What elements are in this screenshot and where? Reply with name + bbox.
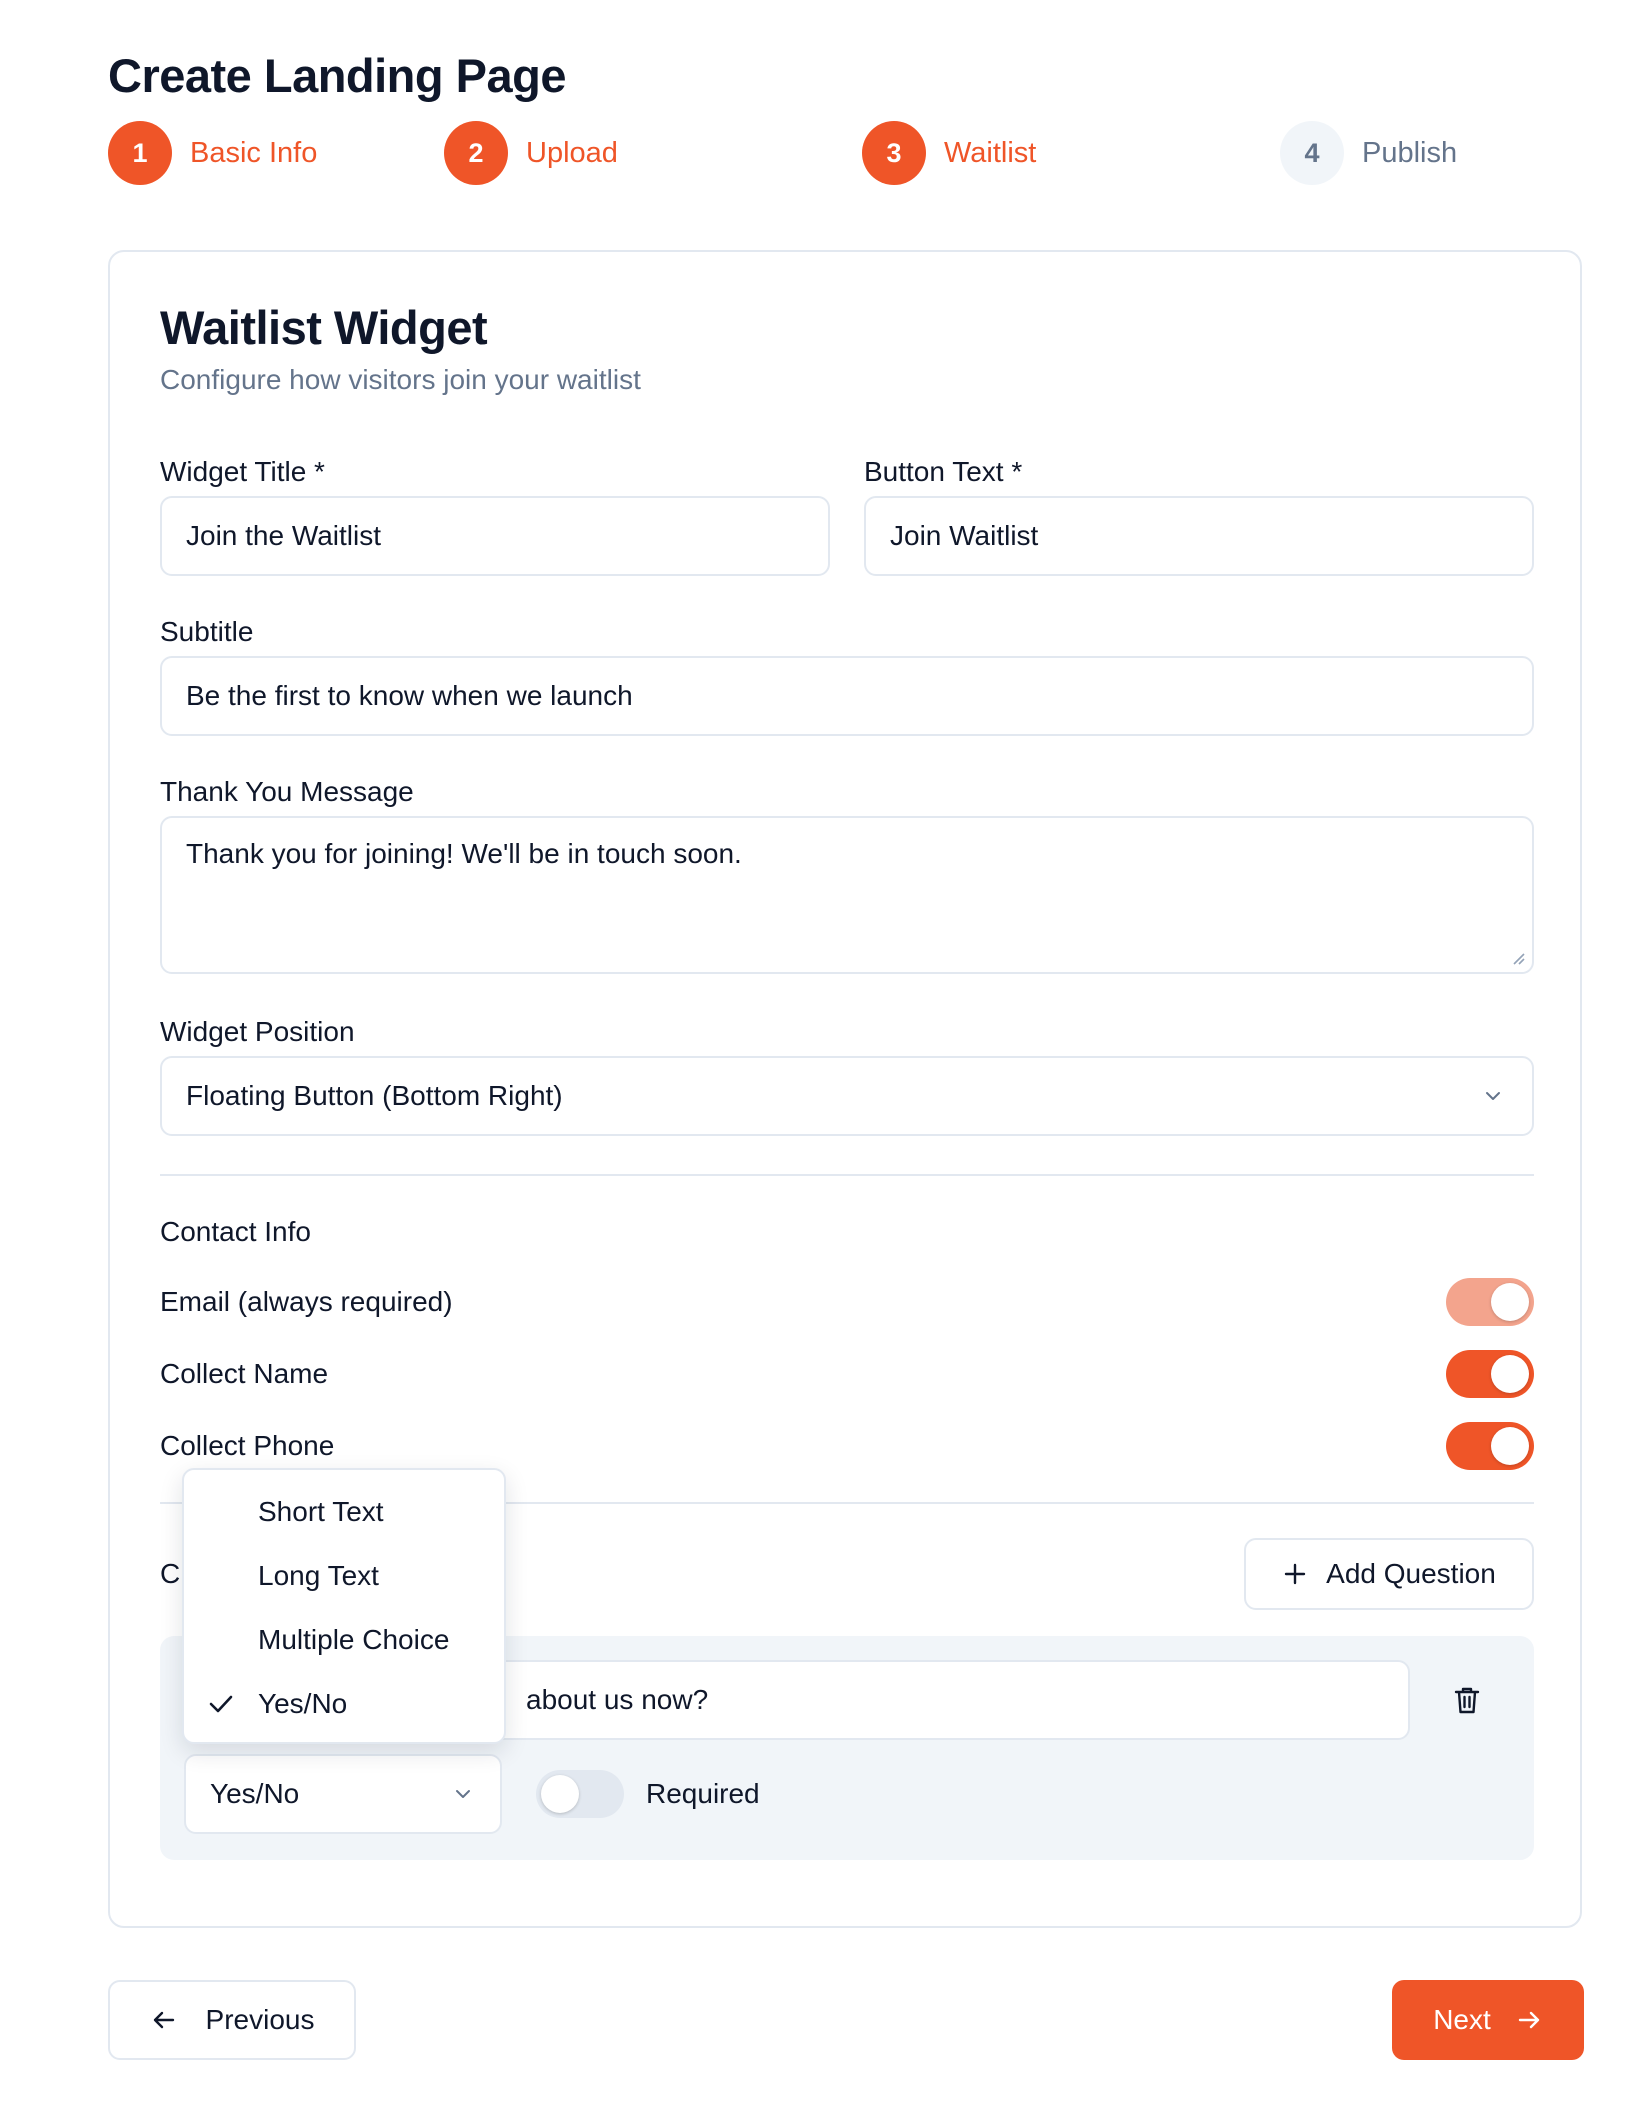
trash-icon[interactable] [1452, 1684, 1482, 1716]
step-label: Upload [526, 136, 618, 169]
step-upload[interactable]: 2 Upload [444, 120, 618, 186]
subtitle-input[interactable]: Be the first to know when we launch [160, 656, 1534, 736]
thank-you-label: Thank You Message [160, 776, 414, 807]
subtitle-label: Subtitle [160, 616, 254, 647]
required-label: Required [646, 1778, 760, 1809]
add-question-label: Add Question [1326, 1558, 1496, 1589]
check-icon [209, 1695, 233, 1713]
add-question-button[interactable]: Add Question [1244, 1538, 1534, 1610]
arrow-left-icon [153, 2011, 174, 2029]
menu-item-short-text[interactable]: Short Text [184, 1480, 504, 1544]
step-publish[interactable]: 4 Publish [1280, 120, 1457, 186]
button-text-input[interactable]: Join Waitlist [864, 496, 1534, 576]
card-subtitle: Configure how visitors join your waitlis… [160, 364, 641, 395]
next-label: Next [1433, 2004, 1491, 2035]
collect-phone-label: Collect Phone [160, 1430, 335, 1461]
widget-position-select[interactable]: Floating Button (Bottom Right) [160, 1056, 1534, 1136]
thank-you-value: Thank you for joining! We'll be in touch… [186, 838, 742, 869]
step-number: 2 [444, 121, 508, 185]
menu-item-yes-no[interactable]: Yes/No [184, 1672, 504, 1736]
chevron-down-icon [456, 1790, 470, 1798]
step-basic-info[interactable]: 1 Basic Info [108, 120, 317, 186]
menu-item-label: Multiple Choice [258, 1624, 450, 1655]
email-toggle-label: Email (always required) [160, 1286, 453, 1317]
collect-phone-toggle[interactable] [1446, 1422, 1534, 1470]
question-type-menu: Short Text Long Text Multiple Choice Yes… [182, 1468, 506, 1744]
step-number: 3 [862, 121, 926, 185]
menu-item-label: Short Text [258, 1496, 384, 1527]
step-number: 4 [1280, 121, 1344, 185]
next-button[interactable]: Next [1392, 1980, 1584, 2060]
arrow-right-icon [1518, 2011, 1539, 2029]
menu-item-label: Long Text [258, 1560, 379, 1591]
menu-item-long-text[interactable]: Long Text [184, 1544, 504, 1608]
toggle-knob [1491, 1427, 1529, 1465]
widget-title-input[interactable]: Join the Waitlist [160, 496, 830, 576]
step-label: Basic Info [190, 136, 318, 169]
collect-name-label: Collect Name [160, 1358, 329, 1389]
previous-button[interactable]: Previous [108, 1980, 356, 2060]
step-label: Waitlist [944, 136, 1037, 169]
question-text-value: about us now? [526, 1684, 709, 1715]
required-toggle[interactable] [536, 1770, 624, 1818]
menu-item-multiple-choice[interactable]: Multiple Choice [184, 1608, 504, 1672]
previous-label: Previous [205, 2004, 315, 2035]
email-toggle [1446, 1278, 1534, 1326]
contact-info-title: Contact Info [160, 1216, 311, 1247]
button-text-label: Button Text * [864, 456, 1023, 487]
plus-icon [1284, 1563, 1306, 1585]
widget-position-value: Floating Button (Bottom Right) [186, 1080, 563, 1111]
question-type-value: Yes/No [210, 1778, 300, 1809]
step-waitlist[interactable]: 3 Waitlist [862, 120, 1036, 186]
collect-name-toggle[interactable] [1446, 1350, 1534, 1398]
button-text-value: Join Waitlist [890, 520, 1039, 551]
widget-position-label: Widget Position [160, 1016, 355, 1047]
toggle-knob [541, 1775, 579, 1813]
step-number: 1 [108, 121, 172, 185]
toggle-knob [1491, 1283, 1529, 1321]
widget-title-value: Join the Waitlist [186, 520, 382, 551]
card-title: Waitlist Widget [160, 301, 488, 354]
widget-title-label: Widget Title * [160, 456, 325, 487]
chevron-down-icon [1486, 1092, 1500, 1100]
stepper: 1 Basic Info 2 Upload 3 Waitlist 4 Publi… [108, 120, 1582, 186]
subtitle-value: Be the first to know when we launch [186, 680, 633, 711]
toggle-knob [1491, 1355, 1529, 1393]
resize-grip-icon[interactable] [1510, 950, 1526, 966]
section-divider [160, 1174, 1534, 1176]
page-title: Create Landing Page [108, 49, 567, 102]
step-label: Publish [1362, 136, 1458, 169]
question-type-select[interactable]: Yes/No [184, 1754, 502, 1834]
thank-you-textarea[interactable]: Thank you for joining! We'll be in touch… [160, 816, 1534, 974]
menu-item-label: Yes/No [258, 1688, 348, 1719]
